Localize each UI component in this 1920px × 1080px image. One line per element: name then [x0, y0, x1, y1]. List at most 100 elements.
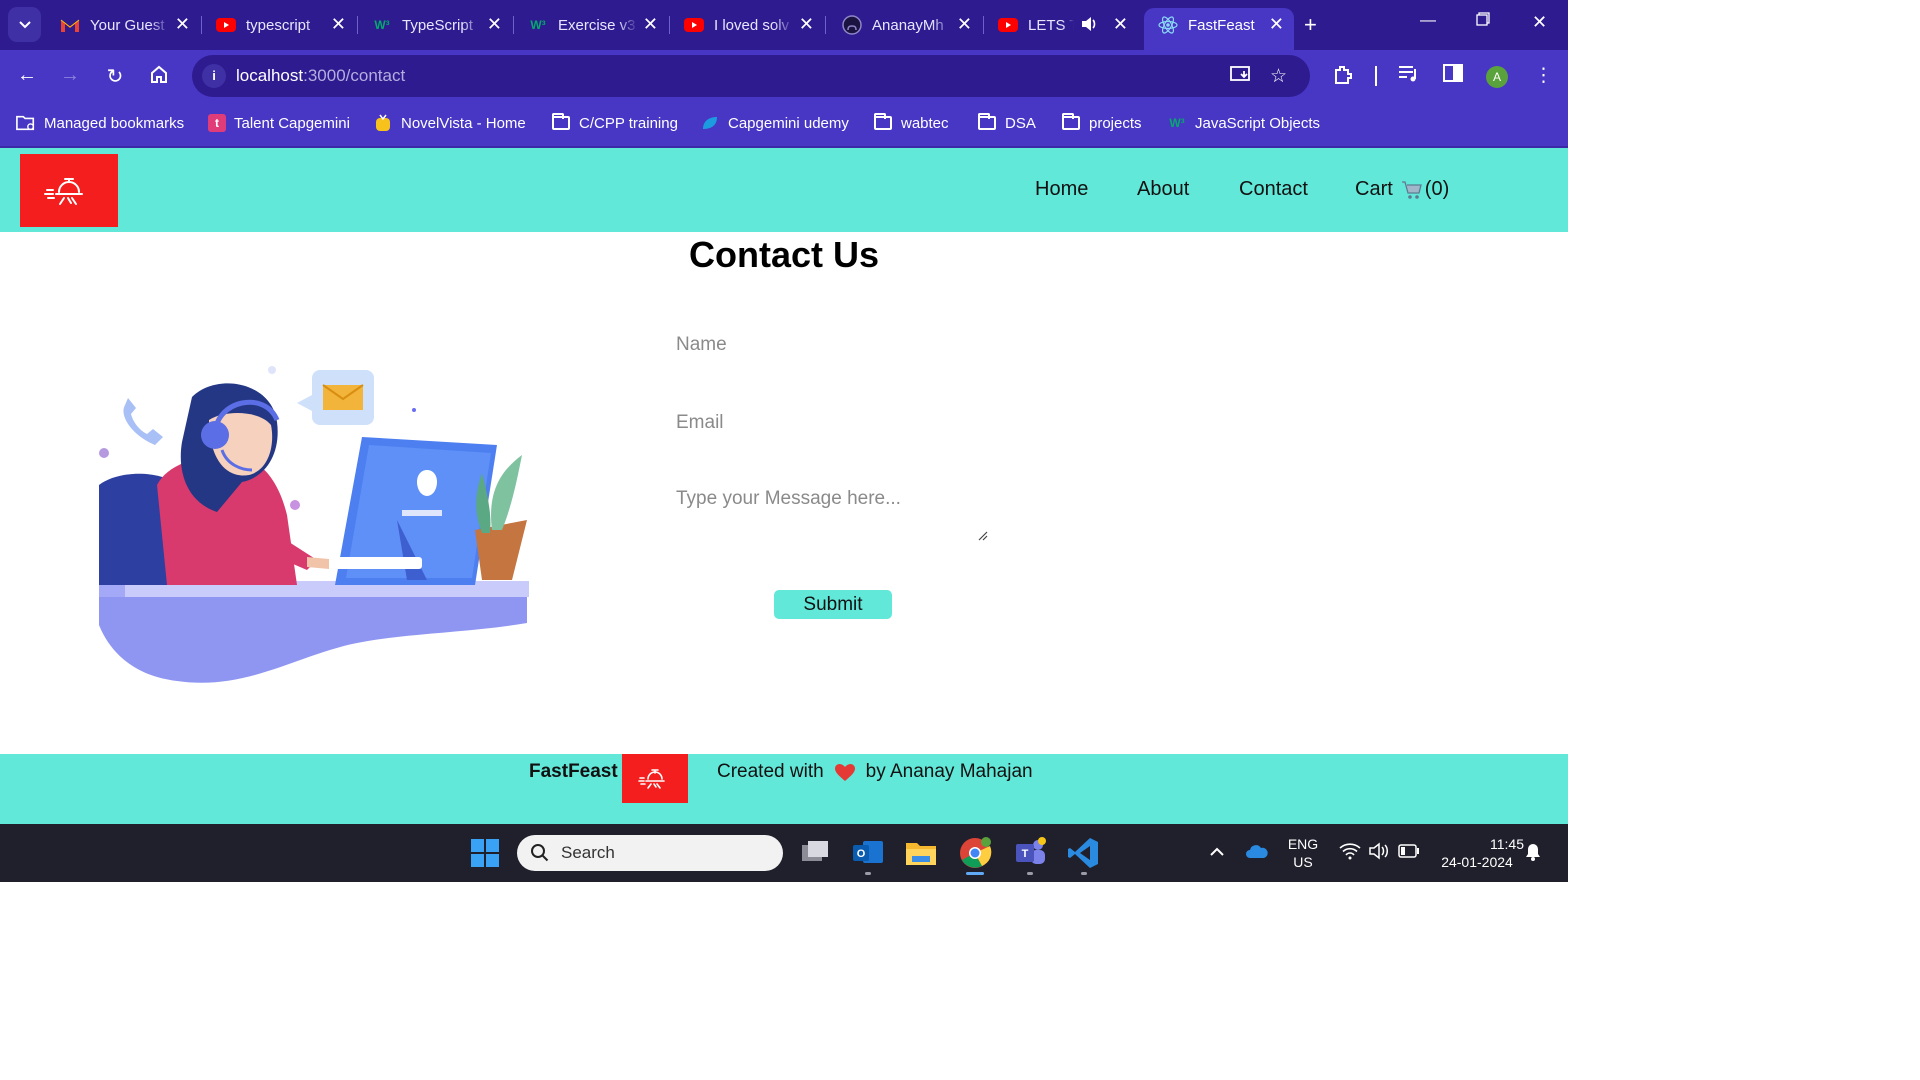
task-view-icon[interactable] — [798, 836, 832, 870]
address-url[interactable]: localhost:3000/contact — [236, 66, 405, 86]
chrome-icon[interactable] — [958, 836, 992, 870]
bookmark-item[interactable]: wabtec — [873, 113, 949, 132]
minimize-icon[interactable]: — — [1420, 12, 1436, 30]
nav-home[interactable]: Home — [1035, 178, 1088, 201]
tab-search-button[interactable] — [8, 7, 41, 42]
volume-icon[interactable] — [1368, 842, 1390, 865]
browser-tab[interactable]: AnanayMh ✕ — [828, 8, 984, 42]
site-info-icon[interactable]: i — [202, 64, 226, 88]
author-text: by Ananay Mahajan — [865, 761, 1033, 782]
resize-grip-icon[interactable] — [978, 528, 988, 541]
fastfeast-logo[interactable] — [20, 154, 118, 227]
close-tab-icon[interactable]: ✕ — [957, 14, 972, 35]
bookmark-item[interactable]: projects — [1061, 113, 1142, 132]
bookmark-item[interactable]: DSA — [977, 113, 1036, 132]
new-tab-plus-icon[interactable]: + — [1304, 12, 1317, 38]
folder-icon — [551, 113, 571, 132]
vscode-icon[interactable] — [1066, 836, 1100, 870]
battery-icon[interactable] — [1398, 844, 1420, 863]
novelvista-icon — [373, 114, 393, 132]
capgemini-icon — [700, 114, 720, 132]
wifi-icon[interactable] — [1339, 842, 1361, 865]
bookmark-item[interactable]: C/CPP training — [551, 113, 678, 132]
browser-tab[interactable]: Your Guest ✕ — [46, 8, 202, 42]
svg-text:O: O — [857, 848, 866, 860]
email-field[interactable] — [664, 406, 984, 440]
chevron-up-icon[interactable] — [1210, 843, 1224, 861]
name-field[interactable] — [664, 328, 984, 362]
close-tab-icon[interactable]: ✕ — [799, 14, 814, 35]
site-header: Home About Contact Cart (0) — [0, 148, 1568, 232]
message-textarea[interactable] — [664, 482, 984, 542]
nav-about[interactable]: About — [1137, 178, 1189, 201]
address-bar[interactable]: i localhost:3000/contact ☆ — [192, 55, 1310, 97]
browser-tab[interactable]: I loved solv ✕ — [670, 8, 826, 42]
speaker-icon[interactable] — [1080, 15, 1098, 37]
browser-tab[interactable]: typescript ✕ — [202, 8, 358, 42]
react-icon — [1158, 15, 1178, 35]
footer-brand: FastFeast — [529, 761, 618, 782]
cart-label: Cart — [1355, 178, 1393, 200]
forward-arrow-icon[interactable]: → — [57, 64, 83, 87]
bookmark-star-icon[interactable]: ☆ — [1270, 65, 1287, 88]
close-tab-icon[interactable]: ✕ — [1113, 14, 1128, 35]
talent-icon: t — [208, 114, 226, 132]
teams-icon[interactable]: T — [1013, 836, 1047, 870]
tab-title: FastFeast — [1188, 16, 1255, 34]
close-tab-icon[interactable]: ✕ — [487, 14, 502, 35]
close-tab-icon[interactable]: ✕ — [1269, 14, 1284, 35]
notification-bell-icon[interactable] — [1524, 842, 1542, 867]
outlook-icon[interactable]: O — [851, 836, 885, 870]
home-icon[interactable] — [146, 64, 172, 90]
clock[interactable]: 11:45 24-01-2024 — [1430, 835, 1524, 871]
submit-button[interactable]: Submit — [774, 590, 892, 619]
credit-text: Created with — [717, 761, 824, 782]
search-label: Search — [561, 843, 615, 862]
toolbar-divider — [1375, 66, 1377, 86]
file-explorer-icon[interactable] — [904, 836, 938, 870]
restore-icon[interactable] — [1476, 12, 1490, 31]
youtube-icon — [684, 15, 704, 35]
managed-folder-icon — [16, 114, 36, 132]
windows-start-icon[interactable] — [468, 836, 502, 870]
profile-avatar[interactable]: A — [1486, 66, 1508, 88]
close-tab-icon[interactable]: ✕ — [643, 14, 658, 35]
youtube-icon — [998, 15, 1018, 35]
footer-logo — [622, 754, 688, 803]
browser-tab[interactable]: LETS TA ✕ — [984, 8, 1138, 42]
close-window-icon[interactable]: ✕ — [1532, 12, 1547, 33]
nav-contact[interactable]: Contact — [1239, 178, 1308, 201]
side-panel-icon[interactable] — [1443, 64, 1463, 88]
youtube-icon — [216, 15, 236, 35]
back-arrow-icon[interactable]: ← — [14, 64, 40, 87]
windows-taskbar: Search O T ENG US 11:45 24-01-2024 — [0, 824, 1568, 882]
bookmark-item[interactable]: Capgemini udemy — [700, 114, 849, 132]
active-app-indicator — [966, 872, 984, 875]
taskbar-search[interactable]: Search — [517, 835, 783, 871]
close-tab-icon[interactable]: ✕ — [331, 14, 346, 35]
extensions-icon[interactable] — [1332, 64, 1354, 92]
nav-cart[interactable]: Cart (0) — [1355, 178, 1449, 201]
footer-credit: Created with by Ananay Mahajan — [717, 761, 1033, 783]
bookmark-item[interactable]: t Talent Capgemini — [208, 114, 350, 132]
folder-icon — [1061, 113, 1081, 132]
cart-count: (0) — [1424, 178, 1450, 200]
media-controls-icon[interactable] — [1398, 64, 1420, 90]
search-icon — [530, 843, 550, 868]
onedrive-icon[interactable] — [1245, 843, 1269, 864]
browser-tab-active[interactable]: FastFeast ✕ — [1144, 8, 1294, 50]
bookmark-item[interactable]: Managed bookmarks — [16, 114, 184, 132]
bookmark-item[interactable]: NovelVista - Home — [373, 114, 526, 132]
browser-tab[interactable]: W³ TypeScript ✕ — [358, 8, 514, 42]
close-tab-icon[interactable]: ✕ — [175, 14, 190, 35]
reload-icon[interactable]: ↻ — [102, 64, 128, 89]
bookmark-item[interactable]: W³ JavaScript Objects — [1167, 114, 1320, 132]
install-app-icon[interactable] — [1230, 65, 1252, 91]
browser-toolbar: ← → ↻ i localhost:3000/contact ☆ A ⋮ — [0, 50, 1568, 104]
delivery-bell-icon — [44, 178, 83, 205]
folder-icon — [977, 113, 997, 132]
menu-kebab-icon[interactable]: ⋮ — [1534, 64, 1553, 87]
tab-strip: Your Guest ✕ typescript ✕ W³ TypeScript … — [0, 0, 1568, 50]
language-indicator[interactable]: ENG US — [1284, 835, 1322, 871]
browser-tab[interactable]: W³ Exercise v3 ✕ — [514, 8, 670, 42]
